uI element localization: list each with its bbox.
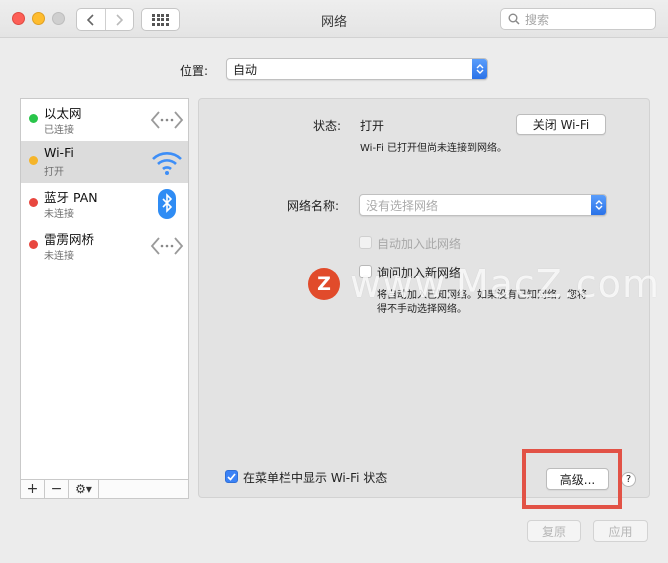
location-popup[interactable]: 自动 — [226, 58, 488, 80]
service-status: 未连接 — [44, 209, 74, 220]
watermark: Z www.MacZ.com — [308, 262, 660, 306]
title-bar: 网络 搜索 — [0, 0, 668, 38]
service-list: 以太网 已连接 Wi-Fi 打开 蓝牙 PAN 未连接 雷雳网桥 未连接 — [20, 98, 189, 482]
watermark-text: www.MacZ.com — [350, 262, 661, 306]
service-item-wifi[interactable]: Wi-Fi 打开 — [21, 141, 188, 183]
service-name: 以太网 — [44, 106, 82, 121]
revert-button[interactable]: 复原 — [527, 520, 581, 542]
service-name: Wi-Fi — [44, 145, 74, 160]
service-status: 未连接 — [44, 251, 74, 262]
show-in-menubar-checkbox[interactable] — [225, 470, 238, 483]
service-item-ethernet[interactable]: 以太网 已连接 — [21, 99, 188, 141]
thunderbolt-bridge-icon — [150, 237, 184, 255]
network-name-popup[interactable]: 没有选择网络 — [359, 194, 607, 216]
network-name-label: 网络名称: — [287, 199, 340, 213]
show-in-menubar-label: 在菜单栏中显示 Wi-Fi 状态 — [243, 471, 388, 485]
service-item-bluetooth-pan[interactable]: 蓝牙 PAN 未连接 — [21, 183, 188, 225]
apply-button[interactable]: 应用 — [593, 520, 648, 542]
service-status: 已连接 — [44, 125, 74, 136]
network-name-placeholder: 没有选择网络 — [366, 198, 439, 213]
service-status: 打开 — [44, 167, 64, 178]
auto-join-checkbox[interactable] — [359, 236, 372, 249]
ethernet-icon — [150, 111, 184, 129]
popup-arrows-icon — [472, 59, 487, 79]
location-value: 自动 — [233, 62, 258, 77]
watermark-logo: Z — [308, 268, 340, 300]
highlight-box — [522, 449, 622, 509]
wifi-icon — [152, 152, 182, 175]
search-icon — [508, 13, 520, 25]
service-list-toolbar: + − ⚙▾ — [20, 479, 189, 499]
service-name: 雷雳网桥 — [44, 232, 95, 247]
status-value: 打开 — [360, 119, 385, 133]
service-item-thunderbolt-bridge[interactable]: 雷雳网桥 未连接 — [21, 225, 188, 267]
location-label: 位置: — [180, 64, 209, 78]
popup-arrows-icon — [591, 195, 606, 215]
search-placeholder: 搜索 — [525, 12, 550, 27]
search-field[interactable]: 搜索 — [500, 8, 656, 30]
status-dot — [29, 240, 38, 249]
help-button[interactable]: ? — [621, 472, 636, 487]
add-service-button[interactable]: + — [21, 480, 45, 498]
gear-menu-button[interactable]: ⚙▾ — [69, 480, 99, 498]
status-dot — [29, 156, 38, 165]
auto-join-label: 自动加入此网络 — [377, 237, 462, 251]
turn-off-wifi-button[interactable]: 关闭 Wi-Fi — [516, 114, 606, 135]
status-description: Wi-Fi 已打开但尚未连接到网络。 — [360, 143, 508, 154]
checkmark-icon — [227, 472, 236, 481]
bluetooth-icon — [158, 189, 176, 219]
service-name: 蓝牙 PAN — [44, 190, 98, 205]
status-dot — [29, 198, 38, 207]
remove-service-button[interactable]: − — [45, 480, 69, 498]
status-label: 状态: — [313, 119, 342, 133]
status-dot — [29, 114, 38, 123]
